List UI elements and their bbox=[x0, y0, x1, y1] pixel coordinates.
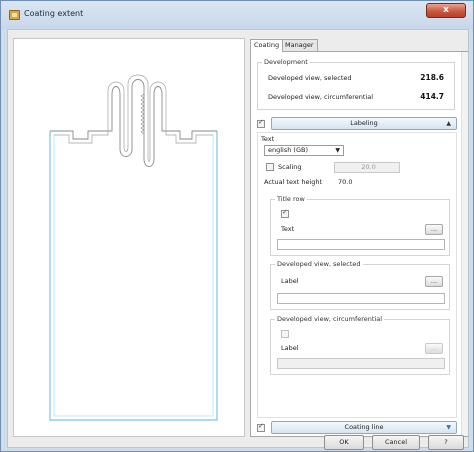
panel-scrollbar[interactable] bbox=[461, 52, 468, 436]
developed-circ-value: 414.7 bbox=[420, 92, 444, 101]
coating-line-section-button[interactable]: Coating line ▼ bbox=[271, 421, 457, 434]
profile-drawing bbox=[49, 74, 218, 421]
developed-selected-value: 218.6 bbox=[420, 73, 444, 82]
coating-outline bbox=[49, 131, 218, 421]
labeling-section-button[interactable]: Labeling ▲ bbox=[271, 117, 457, 130]
close-button[interactable]: x bbox=[426, 3, 466, 18]
collapse-up-icon: ▲ bbox=[446, 120, 451, 127]
scaling-checkbox[interactable] bbox=[266, 163, 274, 171]
labeling-content: Text english (GB) ▼ Scaling 20.0 Actual … bbox=[257, 132, 457, 418]
dev-circ-label-input[interactable] bbox=[277, 358, 445, 369]
title-bar[interactable]: Coating extent x bbox=[1, 1, 473, 29]
help-button[interactable]: ? bbox=[428, 435, 464, 450]
developed-selected-label: Developed view, selected bbox=[268, 74, 352, 82]
coating-extent-window: Coating extent x Coating Manager Develop… bbox=[0, 0, 474, 452]
title-row-browse-button[interactable]: ... bbox=[425, 224, 443, 235]
dev-circ-legend: Developed view, circumferential bbox=[275, 315, 385, 323]
window-title: Coating extent bbox=[24, 9, 84, 18]
ok-button[interactable]: OK bbox=[324, 435, 364, 450]
profile-path bbox=[50, 79, 217, 167]
title-row-legend: Title row bbox=[275, 195, 307, 203]
text-legend: Text bbox=[261, 135, 275, 143]
profile-path-inner bbox=[54, 74, 213, 162]
dev-circ-checkbox[interactable] bbox=[281, 330, 289, 338]
dev-circ-browse-button[interactable]: ... bbox=[425, 343, 443, 354]
coating-line-enabled-checkbox[interactable] bbox=[257, 422, 265, 432]
preview-canvas[interactable] bbox=[13, 38, 245, 437]
scaling-label: Scaling bbox=[278, 163, 302, 171]
developed-circ-label: Developed view, circumferential bbox=[268, 93, 374, 101]
chevron-down-icon: ▼ bbox=[335, 147, 340, 154]
dev-circ-label-text: Label bbox=[281, 344, 299, 352]
language-value: english (GB) bbox=[268, 146, 308, 154]
coating-tab-panel: Development Developed view, selected 218… bbox=[250, 51, 468, 437]
actual-text-height-value: 70.0 bbox=[338, 178, 353, 186]
title-row-group: Title row Text ... bbox=[270, 195, 450, 256]
labeling-enabled-checkbox[interactable] bbox=[257, 118, 265, 128]
app-icon bbox=[9, 10, 20, 20]
development-legend: Development bbox=[262, 58, 310, 66]
dev-selected-label-text: Label bbox=[281, 277, 299, 285]
development-group: Development Developed view, selected 218… bbox=[257, 58, 455, 110]
dev-selected-group: Developed view, selected Label ... bbox=[270, 260, 450, 310]
dialog-client-area: Coating Manager Development Developed vi… bbox=[7, 29, 469, 450]
dev-selected-label-input[interactable] bbox=[277, 293, 445, 304]
tab-manager[interactable]: Manager bbox=[281, 39, 318, 51]
tab-coating[interactable]: Coating bbox=[250, 39, 284, 52]
title-row-text-input[interactable] bbox=[277, 239, 445, 250]
actual-text-height-label: Actual text height bbox=[264, 178, 323, 186]
title-row-checkbox[interactable] bbox=[281, 208, 289, 218]
title-row-text-label: Text bbox=[281, 225, 295, 233]
dev-selected-browse-button[interactable]: ... bbox=[425, 276, 443, 287]
coating-line-label: Coating line bbox=[344, 423, 384, 431]
dev-circ-group: Developed view, circumferential Label ..… bbox=[270, 315, 450, 375]
cancel-button[interactable]: Cancel bbox=[372, 435, 420, 450]
scaling-input[interactable]: 20.0 bbox=[334, 162, 400, 173]
expand-down-icon: ▼ bbox=[446, 424, 451, 431]
language-combobox[interactable]: english (GB) ▼ bbox=[264, 145, 344, 156]
coating-outline-inner bbox=[53, 135, 214, 417]
labeling-label: Labeling bbox=[350, 119, 378, 127]
dev-selected-legend: Developed view, selected bbox=[275, 260, 363, 268]
